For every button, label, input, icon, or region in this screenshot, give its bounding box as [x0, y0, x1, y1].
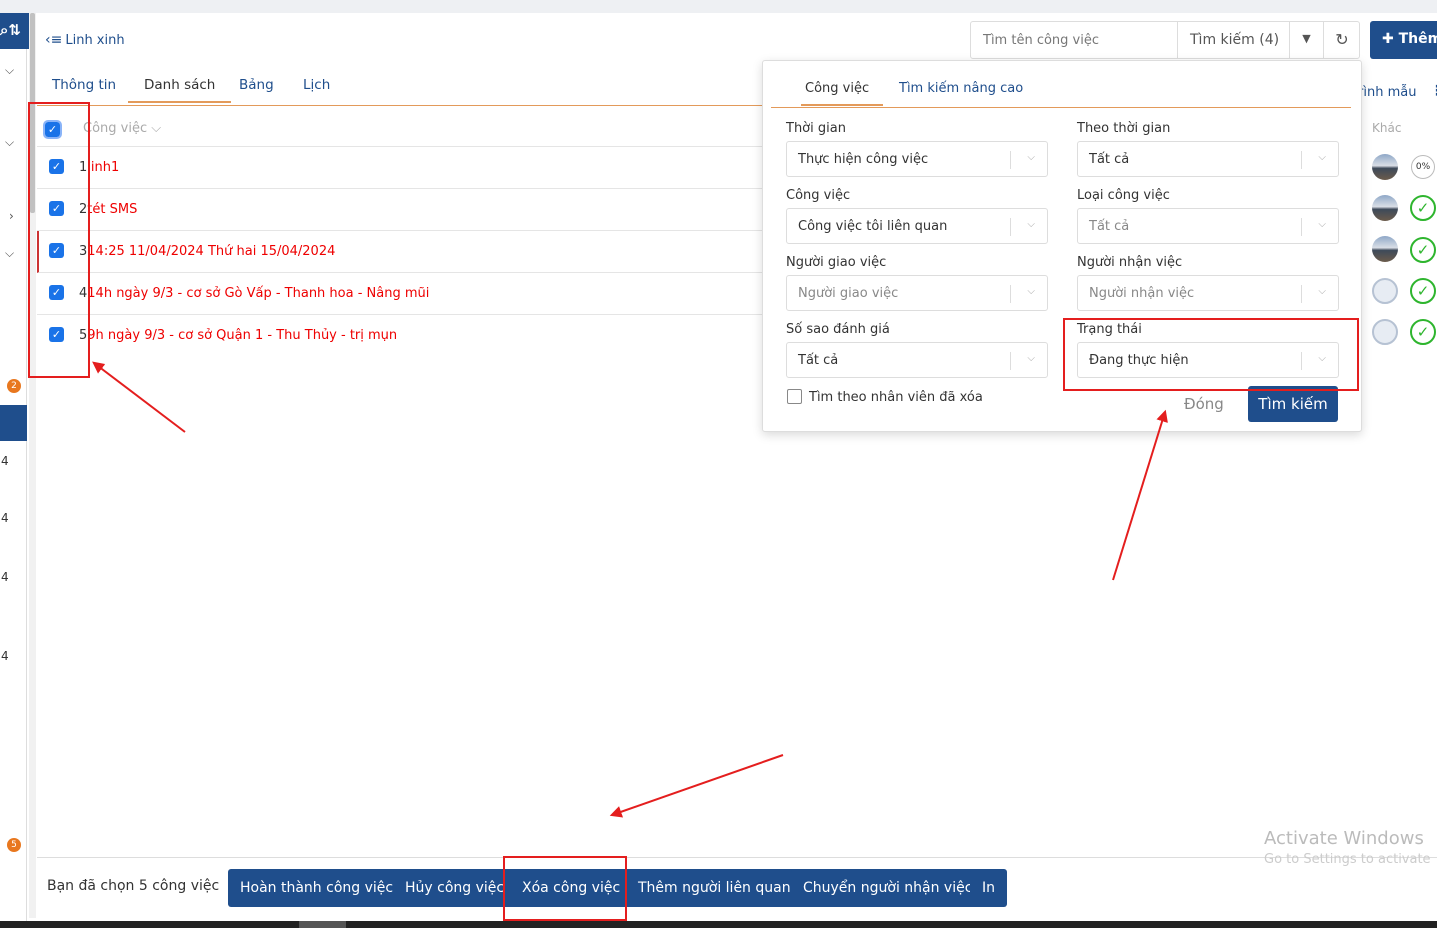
chevron-down-icon: ⌵ [1027, 286, 1035, 297]
task-filter: Công việc Công việc tôi liên quan ⌵ [786, 188, 1048, 244]
view-tabs: Thông tin Danh sách Bảng Lịch [37, 75, 837, 106]
chevron-down-icon: ⌵ [1318, 219, 1326, 230]
check-circle-icon[interactable]: ✓ [1410, 195, 1436, 221]
rating-select[interactable]: Tất cả ⌵ [786, 342, 1048, 378]
popup-search-button[interactable]: Tìm kiếm [1248, 386, 1338, 422]
activation-watermark-hint: Go to Settings to activate [1264, 852, 1431, 867]
search-bar: Tìm tên công việc Tìm kiếm (4) ▼ ↻ [970, 21, 1360, 59]
avatar[interactable] [1372, 154, 1398, 180]
assignee-filter: Người nhận việc Người nhận việc ⌵ [1077, 255, 1339, 311]
chevron-down-icon: ⌵ [1027, 219, 1035, 230]
notification-badge: 2 [7, 379, 21, 393]
back-arrow-icon: ‹≡ [45, 32, 63, 48]
browser-top-strip [0, 0, 1437, 13]
deleted-staff-checkbox[interactable]: Tìm theo nhân viên đã xóa [787, 389, 983, 405]
chevron-down-icon: ⌵ [1318, 286, 1326, 297]
rating-filter: Số sao đánh giá Tất cả ⌵ [786, 322, 1048, 378]
assignee-select[interactable]: Người nhận việc ⌵ [1077, 275, 1339, 311]
task-title: 59h ngày 9/3 - cơ sở Quận 1 - Thu Thủy -… [79, 328, 398, 343]
table-row[interactable]: ✓ 1linh1 [37, 147, 837, 189]
template-link[interactable]: rình mẫu [1358, 85, 1416, 100]
caret-down-icon[interactable]: ▼ [1289, 22, 1323, 58]
time-select[interactable]: Thực hiện công việc ⌵ [786, 141, 1048, 177]
chevron-down-icon[interactable]: ⌵ [5, 246, 14, 261]
notification-badge: 5 [7, 838, 21, 852]
annotation-box-checkboxes [28, 102, 90, 378]
table-row[interactable]: ✓ 59h ngày 9/3 - cơ sở Quận 1 - Thu Thủy… [37, 315, 837, 357]
tab-info[interactable]: Thông tin [52, 77, 116, 93]
check-circle-icon[interactable]: ✓ [1410, 319, 1436, 345]
task-type-select[interactable]: Tất cả ⌵ [1077, 208, 1339, 244]
time-range-filter: Theo thời gian Tất cả ⌵ [1077, 121, 1339, 177]
complete-tasks-button[interactable]: Hoàn thành công việc [228, 869, 406, 907]
activation-watermark: Activate Windows [1264, 828, 1424, 849]
avatar[interactable] [1372, 236, 1398, 262]
table-row[interactable]: ✓ 2tét SMS [37, 189, 837, 231]
checkbox-box[interactable] [787, 389, 802, 404]
check-circle-icon[interactable]: ✓ [1410, 278, 1436, 304]
table-row[interactable]: ✓ 414h ngày 9/3 - cơ sở Gò Vấp - Thanh h… [37, 273, 837, 315]
annotation-box-status [1063, 318, 1359, 391]
task-title: 314:25 11/04/2024 Thứ hai 15/04/2024 [79, 244, 336, 259]
chevron-right-icon[interactable]: › [9, 209, 14, 223]
taskbar-strip [0, 921, 1437, 928]
taskbar-item [299, 921, 346, 928]
cancel-tasks-button[interactable]: Hủy công việc [393, 869, 517, 907]
chevron-down-icon[interactable]: ⌵ [5, 63, 14, 78]
avatar[interactable] [1372, 319, 1398, 345]
sidebar-count: 4 [1, 454, 9, 468]
back-link[interactable]: ‹≡ Linh xinh [45, 32, 125, 48]
task-type-filter: Loại công việc Tất cả ⌵ [1077, 188, 1339, 244]
project-name: Linh xinh [65, 33, 125, 48]
list-header: ✓ Công việc ⌵ [37, 115, 837, 147]
popup-tabs: Công việc Tìm kiếm nâng cao [771, 75, 1351, 108]
progress-indicator: 0% [1411, 155, 1435, 179]
search-input[interactable]: Tìm tên công việc [983, 33, 1099, 48]
assigner-select[interactable]: Người giao việc ⌵ [786, 275, 1048, 311]
time-filter: Thời gian Thực hiện công việc ⌵ [786, 121, 1048, 177]
sidebar-active-item[interactable] [0, 405, 27, 441]
assigner-filter: Người giao việc Người giao việc ⌵ [786, 255, 1048, 311]
task-select[interactable]: Công việc tôi liên quan ⌵ [786, 208, 1048, 244]
transfer-assignee-button[interactable]: Chuyển người nhận việc [791, 869, 985, 907]
add-task-button[interactable]: ✚ Thêm [1370, 21, 1437, 59]
search-button[interactable]: Tìm kiếm (4) [1177, 22, 1289, 58]
sidebar-count: 4 [1, 649, 9, 663]
task-title: 414h ngày 9/3 - cơ sở Gò Vấp - Thanh hoa… [79, 286, 430, 301]
more-options-icon[interactable]: ⋮ [1430, 83, 1437, 99]
tab-board[interactable]: Bảng [239, 77, 274, 93]
tab-tasks[interactable]: Công việc [801, 81, 884, 106]
refresh-icon[interactable]: ↻ [1323, 22, 1360, 58]
selection-count: Bạn đã chọn 5 công việc [47, 878, 220, 894]
avatar[interactable] [1372, 195, 1398, 221]
tab-list[interactable]: Danh sách [128, 77, 232, 103]
time-range-select[interactable]: Tất cả ⌵ [1077, 141, 1339, 177]
left-sidebar: ⌕⇅ ⌵ ⌵ › ⌵ 2 4 4 4 4 5 [0, 13, 35, 923]
bulk-action-bar: Bạn đã chọn 5 công việc Hoàn thành công … [37, 857, 1437, 917]
chevron-down-icon[interactable]: ⌵ [5, 135, 14, 150]
chevron-down-icon: ⌵ [1027, 152, 1035, 163]
annotation-box-delete [503, 856, 627, 921]
chevron-down-icon: ⌵ [1318, 152, 1326, 163]
tab-calendar[interactable]: Lịch [303, 77, 330, 93]
tab-advanced-search[interactable]: Tìm kiếm nâng cao [899, 81, 1023, 96]
column-header-other: Khác [1372, 121, 1402, 135]
sidebar-count: 4 [1, 570, 9, 584]
column-header-task[interactable]: Công việc ⌵ [83, 121, 161, 136]
table-row[interactable]: ✓ 314:25 11/04/2024 Thứ hai 15/04/2024 [37, 231, 837, 273]
chevron-down-icon: ⌵ [1027, 353, 1035, 364]
sidebar-count: 4 [1, 511, 9, 525]
add-related-people-button[interactable]: Thêm người liên quan [626, 869, 803, 907]
close-button[interactable]: Đóng [1184, 395, 1224, 413]
print-button[interactable]: In [970, 869, 1008, 907]
avatar[interactable] [1372, 278, 1398, 304]
check-circle-icon[interactable]: ✓ [1410, 237, 1436, 263]
